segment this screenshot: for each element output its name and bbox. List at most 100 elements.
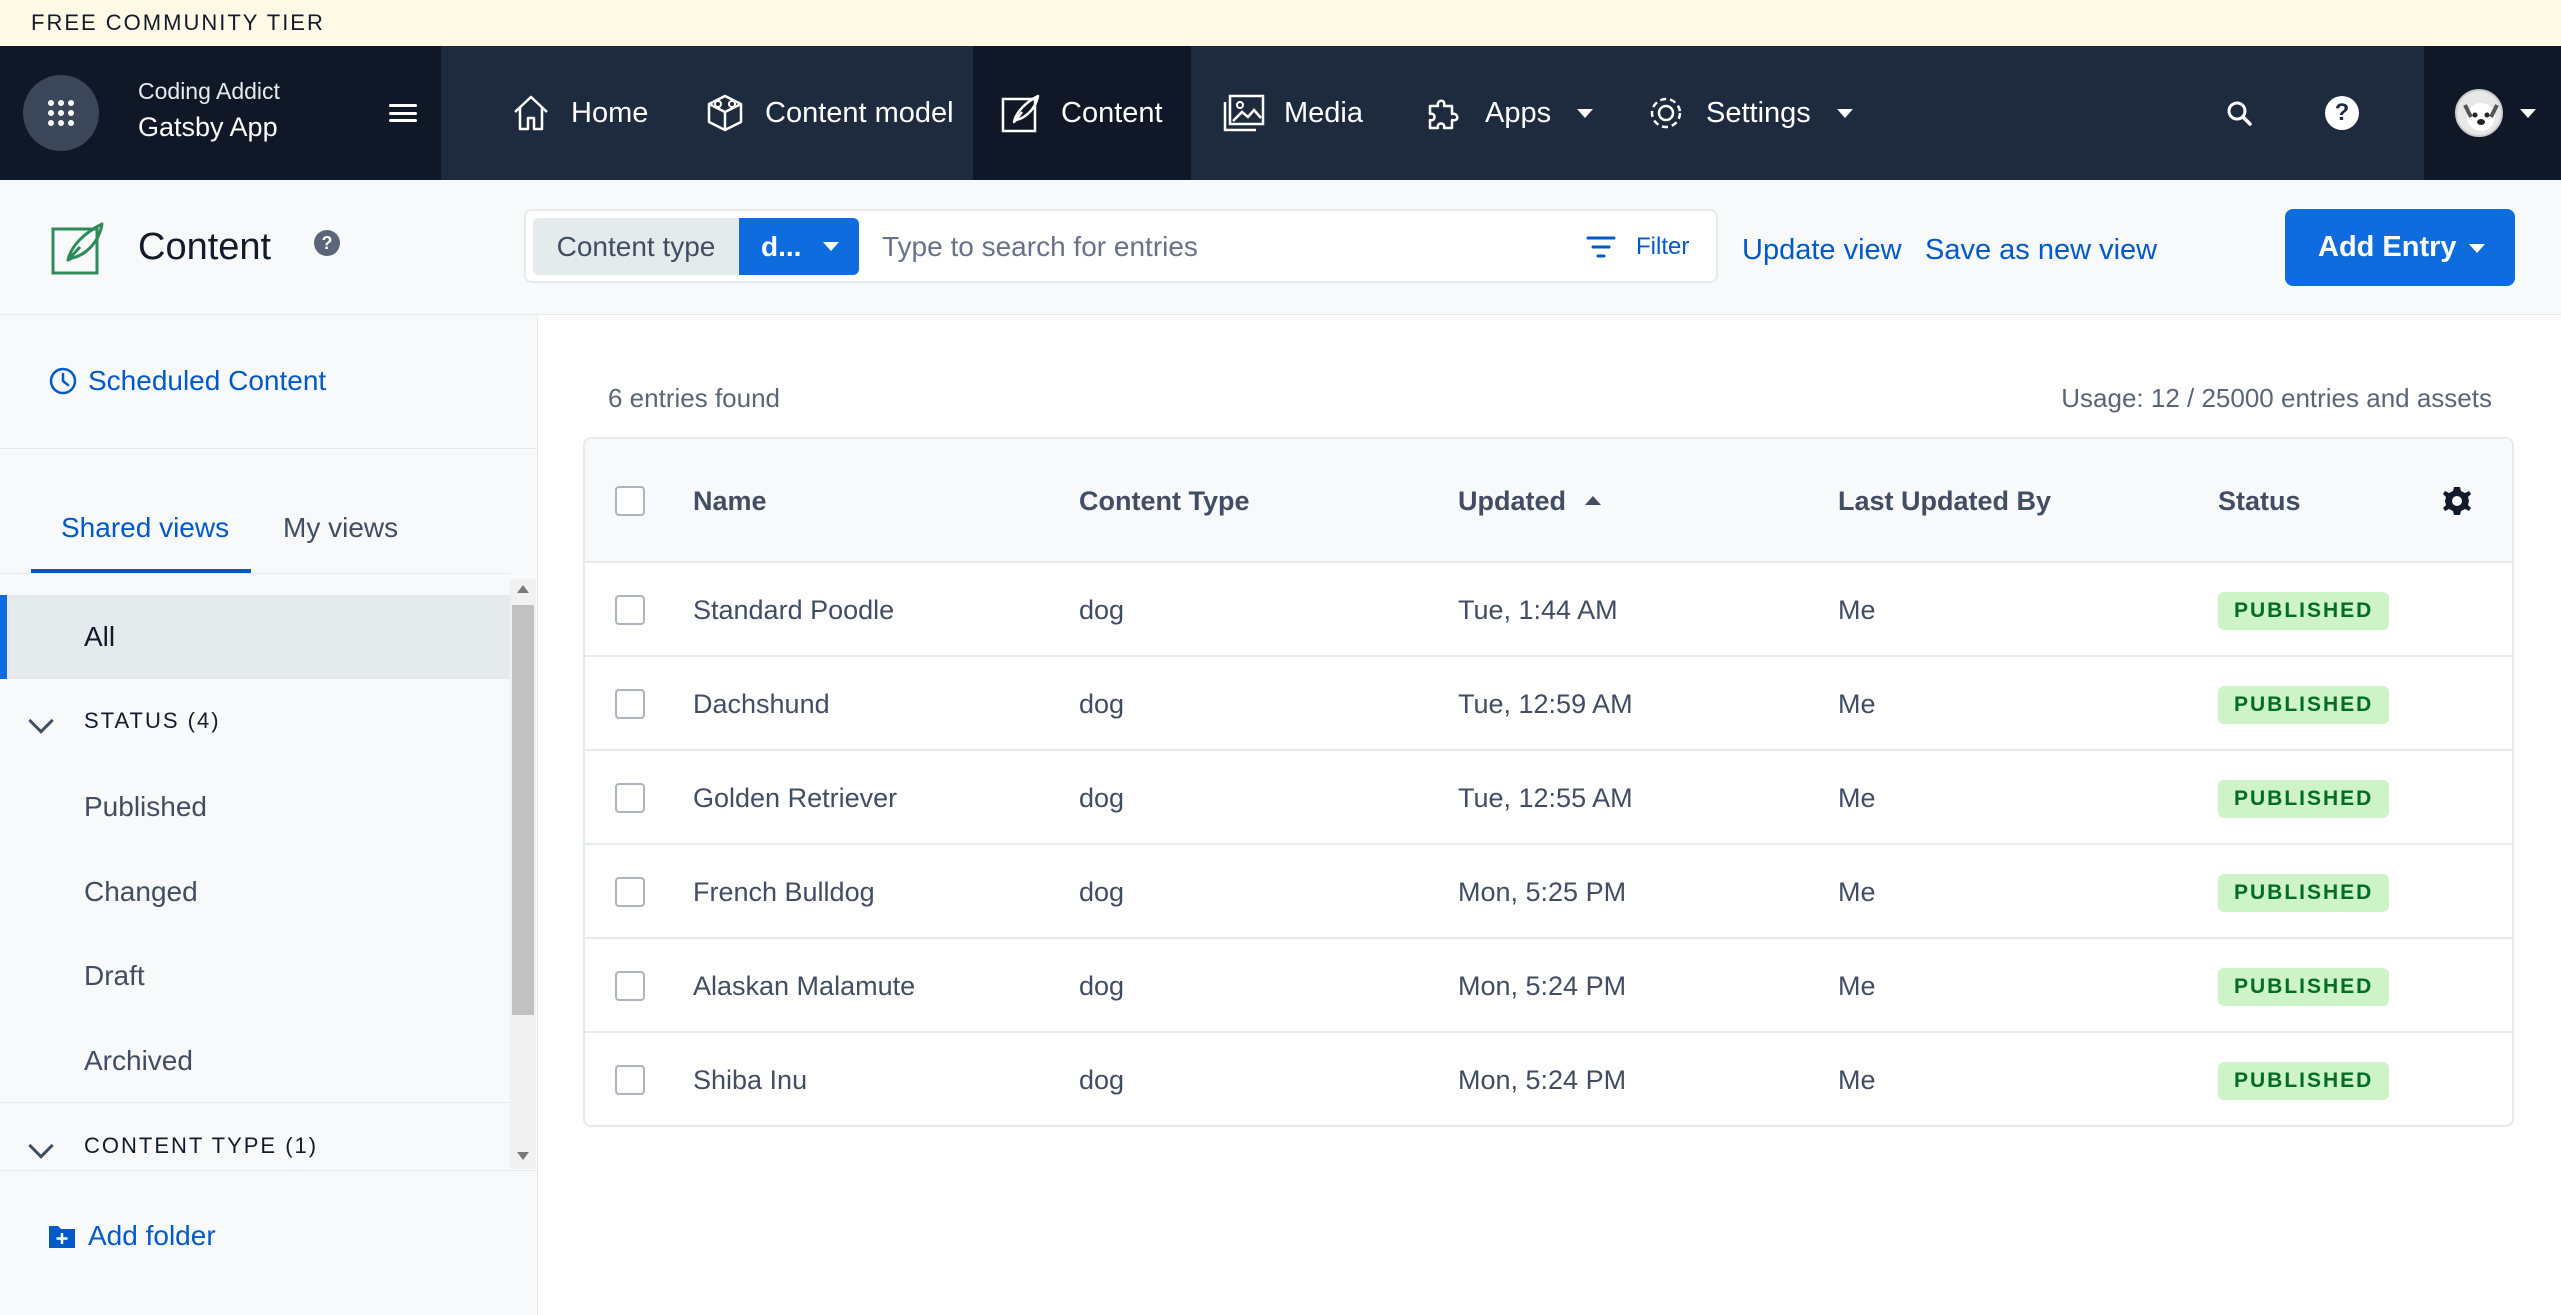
entry-updated: Mon, 5:24 PM (1458, 1065, 1627, 1095)
select-all-checkbox[interactable] (615, 486, 645, 516)
top-navbar: Coding Addict Gatsby App Home Content mo… (0, 46, 2561, 180)
settings-caret-icon (1836, 108, 1853, 118)
table-row[interactable]: Golden Retriever dog Tue, 12:55 AM Me PU… (585, 751, 2512, 845)
folder-divider (0, 1102, 510, 1103)
nav-media-label: Media (1284, 96, 1363, 129)
filter-button[interactable]: Filter (1586, 229, 1689, 265)
view-changed[interactable]: Changed (0, 850, 510, 934)
nav-settings[interactable]: Settings (1618, 46, 1879, 180)
table-row[interactable]: Standard Poodle dog Tue, 1:44 AM Me PUBL… (585, 563, 2512, 657)
avatar (2455, 89, 2503, 137)
nav-apps[interactable]: Apps (1397, 46, 1619, 180)
org-name: Coding Addict (138, 78, 280, 104)
tab-my-views[interactable]: My views (283, 512, 398, 564)
nav-content-label: Content (1061, 96, 1163, 129)
filter-label: Filter (1636, 233, 1690, 260)
hamburger-menu-icon[interactable] (385, 98, 421, 128)
content-type-select[interactable]: d... (739, 218, 859, 275)
view-archived[interactable]: Archived (0, 1019, 510, 1103)
entry-content-type: dog (1079, 595, 1125, 625)
scroll-up-arrow-icon[interactable] (517, 585, 529, 593)
content-type-filter-label: Content type (533, 218, 739, 275)
entry-name[interactable]: Shiba Inu (693, 1033, 807, 1125)
sort-ascending-icon[interactable] (1585, 496, 1601, 505)
media-icon (1222, 91, 1266, 135)
grid-icon (48, 100, 74, 126)
apps-caret-icon (1577, 108, 1594, 118)
row-checkbox[interactable] (615, 1065, 645, 1095)
folder-status[interactable]: STATUS (4) (0, 679, 510, 763)
entries-table: Name Content Type Updated Last Updated B… (583, 437, 2514, 1127)
entry-content-type: dog (1079, 971, 1125, 1001)
table-row[interactable]: Dachshund dog Tue, 12:59 AM Me PUBLISHED (585, 657, 2512, 751)
help-icon[interactable]: ? (2325, 96, 2359, 130)
row-checkbox[interactable] (615, 783, 645, 813)
entry-search-bar: Content type d... Filter (524, 209, 1718, 283)
entry-updated-by: Me (1838, 783, 1876, 813)
settings-icon (1644, 91, 1688, 135)
column-updated[interactable]: Updated (1458, 439, 1566, 563)
row-checkbox[interactable] (615, 689, 645, 719)
entry-updated: Mon, 5:24 PM (1458, 971, 1627, 1001)
row-checkbox[interactable] (615, 877, 645, 907)
column-name[interactable]: Name (693, 439, 767, 563)
add-folder-button[interactable]: Add folder (48, 1220, 216, 1252)
view-published[interactable]: Published (0, 765, 510, 849)
entries-panel: 6 entries found Usage: 12 / 25000 entrie… (539, 315, 2561, 1315)
add-entry-label: Add Entry (2318, 231, 2457, 263)
content-model-icon (703, 91, 747, 135)
column-last-updated-by[interactable]: Last Updated By (1838, 439, 2051, 563)
nav-content[interactable]: Content (973, 46, 1191, 180)
entry-name[interactable]: Golden Retriever (693, 751, 897, 845)
view-all[interactable]: All (0, 595, 510, 679)
entry-name[interactable]: Alaskan Malamute (693, 939, 915, 1033)
chevron-down-icon (28, 1133, 54, 1159)
column-content-type[interactable]: Content Type (1079, 439, 1250, 563)
row-checkbox[interactable] (615, 971, 645, 1001)
table-row[interactable]: French Bulldog dog Mon, 5:25 PM Me PUBLI… (585, 845, 2512, 939)
space-name: Gatsby App (138, 112, 278, 142)
nav-content-model[interactable]: Content model (677, 46, 980, 180)
entry-name[interactable]: French Bulldog (693, 845, 875, 939)
entries-count: 6 entries found (608, 383, 781, 413)
chevron-down-icon (28, 708, 54, 734)
nav-media[interactable]: Media (1196, 46, 1389, 180)
table-row[interactable]: Shiba Inu dog Mon, 5:24 PM Me PUBLISHED (585, 1033, 2512, 1125)
app-launcher-button[interactable] (23, 75, 99, 151)
add-entry-button[interactable]: Add Entry (2285, 209, 2515, 286)
sidebar-divider (0, 448, 538, 449)
table-row[interactable]: Alaskan Malamute dog Mon, 5:24 PM Me PUB… (585, 939, 2512, 1033)
folder-content-type-label: CONTENT TYPE (1) (84, 1133, 319, 1158)
help-icon[interactable]: ? (314, 230, 340, 256)
entry-updated: Mon, 5:25 PM (1458, 877, 1627, 907)
folder-status-label: STATUS (4) (84, 708, 221, 733)
tab-shared-views[interactable]: Shared views (61, 512, 229, 564)
scroll-down-arrow-icon[interactable] (517, 1152, 529, 1160)
search-icon[interactable] (2220, 94, 2260, 134)
entry-updated-by: Me (1838, 595, 1876, 625)
entry-updated: Tue, 1:44 AM (1458, 595, 1618, 625)
workbench-header: Content ? Content type d... Filter Updat… (0, 180, 2561, 315)
update-view-button[interactable]: Update view (1742, 234, 1902, 267)
scheduled-content-link[interactable]: Scheduled Content (48, 365, 326, 397)
column-status[interactable]: Status (2218, 439, 2301, 563)
folder-plus-icon (49, 1226, 75, 1248)
nav-home-label: Home (571, 96, 649, 129)
nav-home[interactable]: Home (483, 46, 674, 180)
folder-content-type[interactable]: CONTENT TYPE (1) (0, 1104, 510, 1188)
usage-text: Usage: 12 / 25000 entries and assets (2061, 383, 2492, 413)
account-menu[interactable] (2424, 46, 2561, 180)
space-switcher[interactable]: Coding Addict Gatsby App (0, 46, 441, 180)
entry-content-type: dog (1079, 1065, 1125, 1095)
status-badge: PUBLISHED (2218, 968, 2390, 1006)
sidebar-scroll-thumb[interactable] (512, 605, 534, 1015)
view-draft[interactable]: Draft (0, 934, 510, 1018)
entry-name[interactable]: Dachshund (693, 657, 830, 751)
nav-settings-label: Settings (1706, 96, 1811, 129)
entry-name[interactable]: Standard Poodle (693, 563, 894, 657)
search-input[interactable] (882, 221, 1522, 273)
content-type-caret-icon (823, 242, 839, 251)
row-checkbox[interactable] (615, 595, 645, 625)
gear-icon[interactable] (2440, 484, 2474, 518)
save-as-new-view-button[interactable]: Save as new view (1925, 234, 2157, 267)
